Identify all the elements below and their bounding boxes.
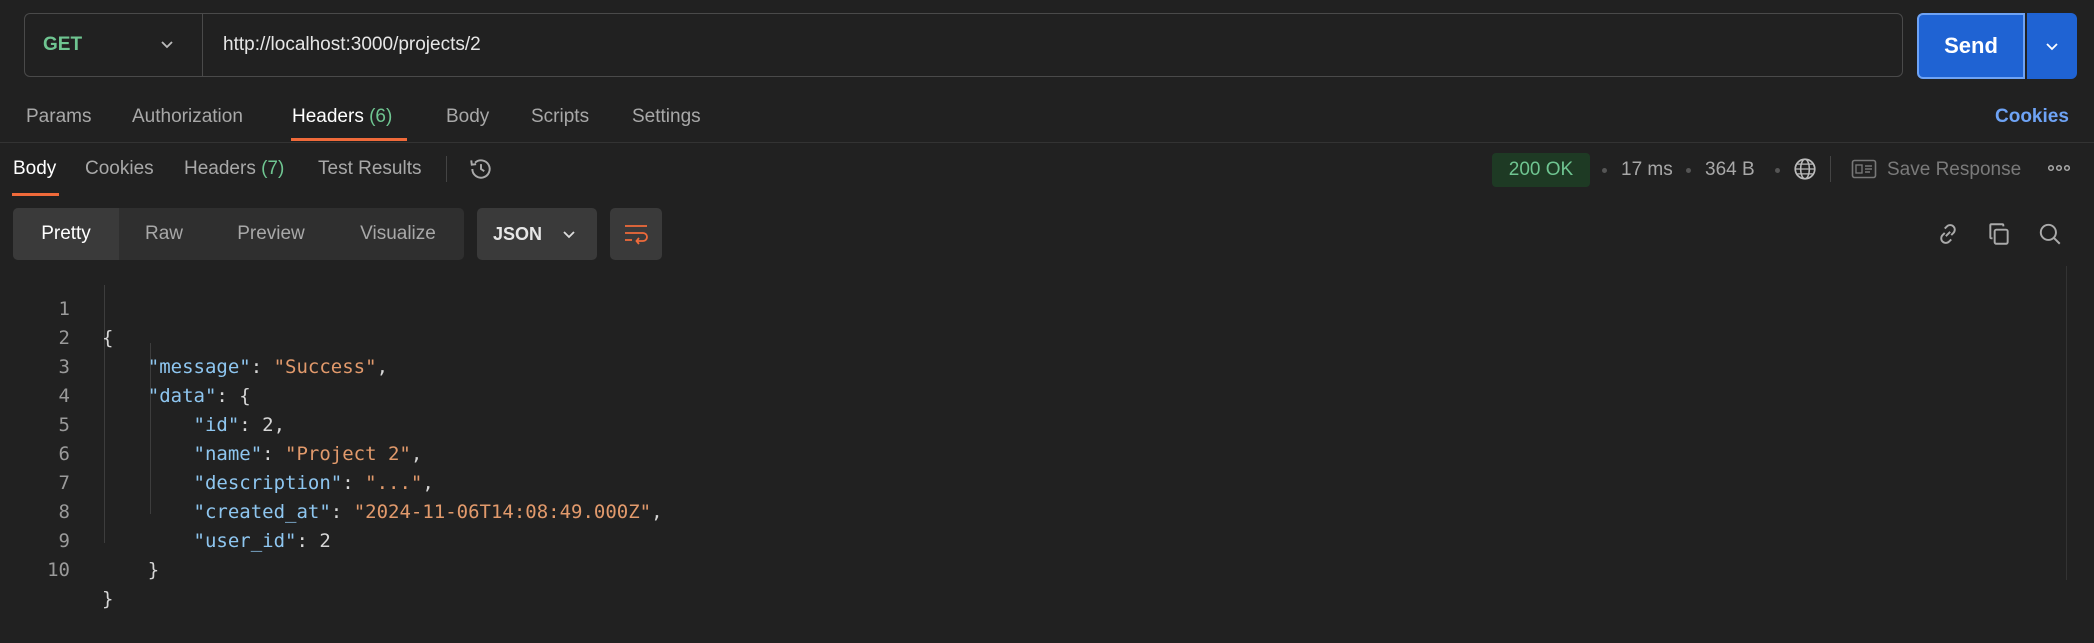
format-tab-pretty[interactable]: Pretty: [13, 208, 119, 260]
save-response-button[interactable]: Save Response: [1887, 153, 2021, 187]
response-tab-headers-label: Headers: [184, 158, 256, 179]
divider: [0, 142, 2094, 143]
json-string: "Success": [273, 356, 377, 378]
json-key: "user_id": [193, 530, 297, 552]
dot-separator: [1602, 168, 1607, 173]
format-tab-raw[interactable]: Raw: [119, 208, 209, 260]
code-line: 4 "id": 2,: [0, 353, 286, 436]
chevron-down-icon: [563, 231, 575, 239]
code-text: {: [102, 327, 114, 349]
more-icon[interactable]: [2046, 160, 2072, 176]
tab-authorization[interactable]: Authorization: [132, 100, 243, 134]
globe-icon[interactable]: [1792, 156, 1818, 182]
wrap-lines-icon: [625, 225, 648, 245]
dot-separator: [1775, 168, 1780, 173]
active-tab-indicator: [291, 138, 407, 141]
save-response-icon: [1851, 159, 1877, 179]
status-badge[interactable]: 200 OK: [1492, 153, 1590, 187]
json-key: "message": [147, 356, 251, 378]
code-text: }: [102, 588, 114, 610]
code-line: 5 "name": "Project 2",: [0, 382, 423, 465]
code-text: "id": 2,: [193, 414, 286, 436]
tab-headers-label: Headers: [292, 106, 364, 127]
history-icon[interactable]: [468, 156, 494, 182]
code-line: 1 {: [0, 266, 114, 349]
format-tab-visualize[interactable]: Visualize: [340, 208, 456, 260]
code-line: 6 "description": "...",: [0, 411, 434, 494]
copy-icon[interactable]: [1986, 221, 2012, 247]
json-key: "id": [193, 414, 240, 436]
response-tab-body[interactable]: Body: [13, 152, 56, 186]
tab-settings[interactable]: Settings: [632, 100, 701, 134]
headers-count: (6): [369, 106, 393, 127]
code-line: 3 "data": {: [0, 324, 251, 407]
response-tab-cookies[interactable]: Cookies: [85, 152, 154, 186]
code-text: "name": "Project 2",: [193, 443, 423, 465]
cookies-link[interactable]: Cookies: [1995, 100, 2069, 134]
response-time[interactable]: 17 ms: [1621, 153, 1673, 187]
url-divider: [202, 14, 203, 76]
language-label: JSON: [493, 224, 543, 244]
json-number: 2: [319, 530, 331, 552]
json-number: 2: [262, 414, 274, 436]
search-icon[interactable]: [2037, 221, 2063, 247]
code-text: }: [102, 559, 160, 581]
line-number: 10: [47, 559, 70, 581]
separator: [446, 156, 447, 182]
code-text: "created_at": "2024-11-06T14:08:49.000Z"…: [193, 501, 663, 523]
tab-body[interactable]: Body: [446, 100, 489, 134]
scrollbar-track[interactable]: [2066, 266, 2067, 580]
send-options-button[interactable]: [2027, 13, 2077, 79]
response-tab-headers[interactable]: Headers (7): [184, 152, 284, 186]
json-key: "name": [193, 443, 263, 465]
tab-scripts[interactable]: Scripts: [531, 100, 589, 134]
dot-separator: [1686, 168, 1691, 173]
tab-headers[interactable]: Headers (6): [292, 100, 392, 134]
response-headers-count: (7): [261, 158, 285, 179]
json-key: "data": [147, 385, 217, 407]
method-select[interactable]: GET: [43, 13, 82, 77]
json-key: "description": [193, 472, 343, 494]
json-key: "created_at": [193, 501, 331, 523]
format-tab-preview[interactable]: Preview: [216, 208, 326, 260]
chevron-down-icon: [2046, 43, 2058, 51]
chevron-down-icon[interactable]: [159, 36, 175, 52]
response-active-indicator: [12, 193, 59, 196]
json-string: "2024-11-06T14:08:49.000Z": [353, 501, 652, 523]
json-string: "Project 2": [285, 443, 411, 465]
code-text: "message": "Success",: [147, 356, 389, 378]
code-line: 9 }: [0, 498, 160, 581]
json-string: "...": [365, 472, 423, 494]
code-line: 7 "created_at": "2024-11-06T14:08:49.000…: [0, 440, 663, 523]
response-body-viewer[interactable]: 1 { 2 "message": "Success", 3 "data": { …: [0, 266, 2094, 610]
code-line: 10 }: [0, 527, 113, 610]
code-text: "user_id": 2: [193, 530, 331, 552]
code-line: 8 "user_id": 2: [0, 469, 331, 552]
code-text: "description": "...",: [193, 472, 434, 494]
response-tab-test-results[interactable]: Test Results: [318, 152, 421, 186]
code-text: "data": {: [147, 385, 251, 407]
separator: [1830, 156, 1831, 182]
send-button[interactable]: Send: [1917, 13, 2025, 79]
link-icon[interactable]: [1935, 221, 1961, 247]
tab-params[interactable]: Params: [26, 100, 91, 134]
url-input[interactable]: http://localhost:3000/projects/2: [223, 13, 481, 77]
response-size[interactable]: 364 B: [1705, 153, 1755, 187]
code-line: 2 "message": "Success",: [0, 295, 388, 378]
